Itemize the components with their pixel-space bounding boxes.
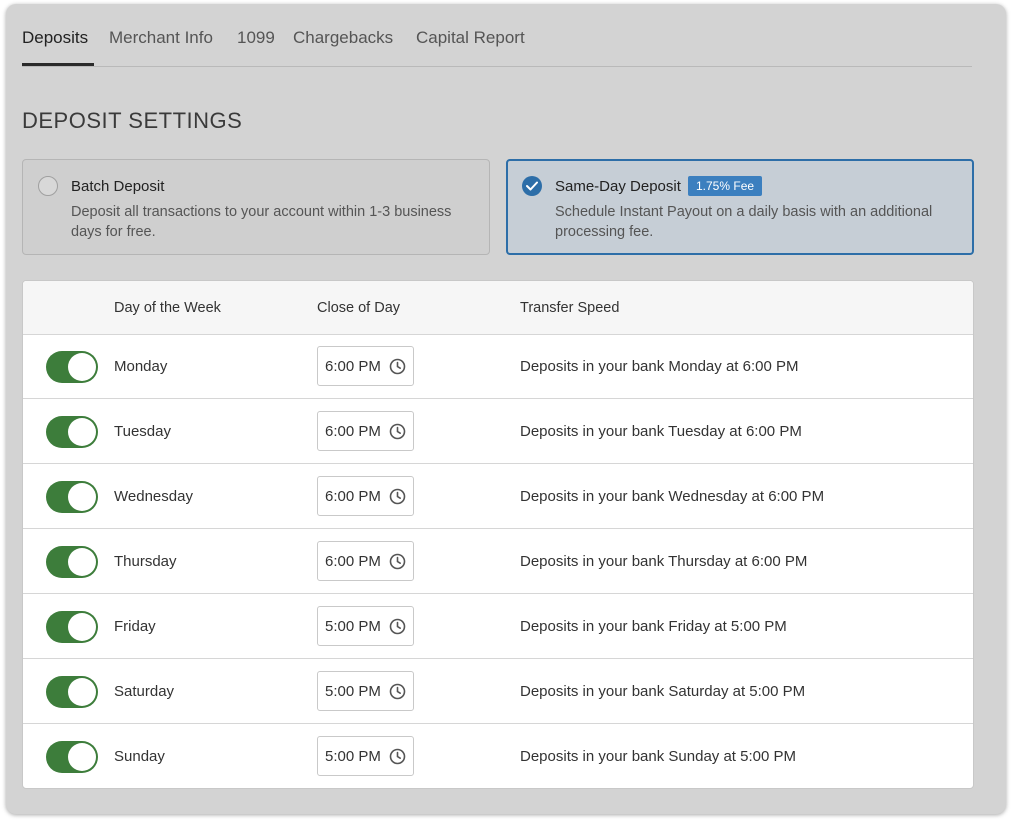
time-value: 6:00 PM <box>325 423 381 440</box>
day-label: Tuesday <box>114 423 171 440</box>
day-label: Thursday <box>114 553 177 570</box>
day-toggle[interactable] <box>46 546 98 578</box>
table-row: Wednesday 6:00 PM Deposits in your bank … <box>23 464 973 529</box>
table-row: Thursday 6:00 PM Deposits in your bank T… <box>23 529 973 594</box>
checkmark-icon <box>526 181 538 191</box>
same-day-deposit-title: Same-Day Deposit <box>555 178 681 195</box>
time-value: 5:00 PM <box>325 748 381 765</box>
deposits-panel: Deposits Merchant Info 1099 Chargebacks … <box>6 4 1006 814</box>
toggle-knob <box>68 678 96 706</box>
close-of-day-time-picker[interactable]: 5:00 PM <box>317 606 414 646</box>
close-of-day-time-picker[interactable]: 6:00 PM <box>317 476 414 516</box>
close-of-day-time-picker[interactable]: 6:00 PM <box>317 541 414 581</box>
clock-icon <box>389 423 406 440</box>
time-value: 6:00 PM <box>325 553 381 570</box>
tab-merchant-info[interactable]: Merchant Info <box>109 28 213 48</box>
day-label: Friday <box>114 618 156 635</box>
day-toggle[interactable] <box>46 416 98 448</box>
tab-chargebacks[interactable]: Chargebacks <box>293 28 393 48</box>
day-label: Sunday <box>114 748 165 765</box>
toggle-knob <box>68 418 96 446</box>
batch-deposit-description: Deposit all transactions to your account… <box>71 204 452 240</box>
table-row: Saturday 5:00 PM Deposits in your bank S… <box>23 659 973 724</box>
day-toggle[interactable] <box>46 481 98 513</box>
day-label: Wednesday <box>114 488 193 505</box>
time-value: 5:00 PM <box>325 618 381 635</box>
same-day-deposit-description: Schedule Instant Payout on a daily basis… <box>555 204 933 240</box>
close-of-day-time-picker[interactable]: 5:00 PM <box>317 736 414 776</box>
table-row: Tuesday 6:00 PM Deposits in your bank Tu… <box>23 399 973 464</box>
day-toggle[interactable] <box>46 676 98 708</box>
clock-icon <box>389 683 406 700</box>
toggle-knob <box>68 548 96 576</box>
table-row: Monday 6:00 PM Deposits in your bank Mon… <box>23 334 973 399</box>
table-row: Sunday 5:00 PM Deposits in your bank Sun… <box>23 724 973 788</box>
transfer-speed-text: Deposits in your bank Sunday at 5:00 PM <box>520 748 796 765</box>
toggle-knob <box>68 613 96 641</box>
close-of-day-time-picker[interactable]: 5:00 PM <box>317 671 414 711</box>
tab-deposits[interactable]: Deposits <box>22 28 88 48</box>
clock-icon <box>389 488 406 505</box>
clock-icon <box>389 748 406 765</box>
batch-deposit-title: Batch Deposit <box>71 178 165 195</box>
transfer-speed-text: Deposits in your bank Thursday at 6:00 P… <box>520 553 808 570</box>
toggle-knob <box>68 743 96 771</box>
tab-bar: Deposits Merchant Info 1099 Chargebacks … <box>22 4 972 67</box>
active-tab-indicator <box>22 63 94 66</box>
transfer-speed-text: Deposits in your bank Tuesday at 6:00 PM <box>520 423 802 440</box>
day-toggle[interactable] <box>46 611 98 643</box>
same-day-deposit-option[interactable]: Same-Day Deposit 1.75% Fee Schedule Inst… <box>506 159 974 255</box>
clock-icon <box>389 358 406 375</box>
transfer-speed-text: Deposits in your bank Friday at 5:00 PM <box>520 618 787 635</box>
header-close-of-day: Close of Day <box>317 300 401 316</box>
day-toggle[interactable] <box>46 351 98 383</box>
time-value: 5:00 PM <box>325 683 381 700</box>
day-toggle[interactable] <box>46 741 98 773</box>
transfer-speed-text: Deposits in your bank Wednesday at 6:00 … <box>520 488 825 505</box>
time-value: 6:00 PM <box>325 358 381 375</box>
clock-icon <box>389 618 406 635</box>
tab-capital-report[interactable]: Capital Report <box>416 28 525 48</box>
header-transfer-speed: Transfer Speed <box>520 300 620 316</box>
close-of-day-time-picker[interactable]: 6:00 PM <box>317 411 414 451</box>
day-label: Saturday <box>114 683 175 700</box>
tab-1099[interactable]: 1099 <box>237 28 275 48</box>
fee-badge: 1.75% Fee <box>688 176 763 196</box>
table-row: Friday 5:00 PM Deposits in your bank Fri… <box>23 594 973 659</box>
transfer-speed-text: Deposits in your bank Saturday at 5:00 P… <box>520 683 806 700</box>
close-of-day-time-picker[interactable]: 6:00 PM <box>317 346 414 386</box>
batch-deposit-option[interactable]: Batch Deposit Deposit all transactions t… <box>22 159 490 255</box>
table-header: Day of the Week Close of Day Transfer Sp… <box>23 281 973 335</box>
time-value: 6:00 PM <box>325 488 381 505</box>
deposit-schedule-table: Day of the Week Close of Day Transfer Sp… <box>22 280 974 789</box>
day-label: Monday <box>114 358 168 375</box>
transfer-speed-text: Deposits in your bank Monday at 6:00 PM <box>520 358 799 375</box>
header-day-of-week: Day of the Week <box>114 300 221 316</box>
clock-icon <box>389 553 406 570</box>
batch-deposit-radio[interactable] <box>38 176 58 196</box>
same-day-deposit-radio[interactable] <box>522 176 542 196</box>
toggle-knob <box>68 353 96 381</box>
toggle-knob <box>68 483 96 511</box>
section-title: DEPOSIT SETTINGS <box>22 108 243 133</box>
